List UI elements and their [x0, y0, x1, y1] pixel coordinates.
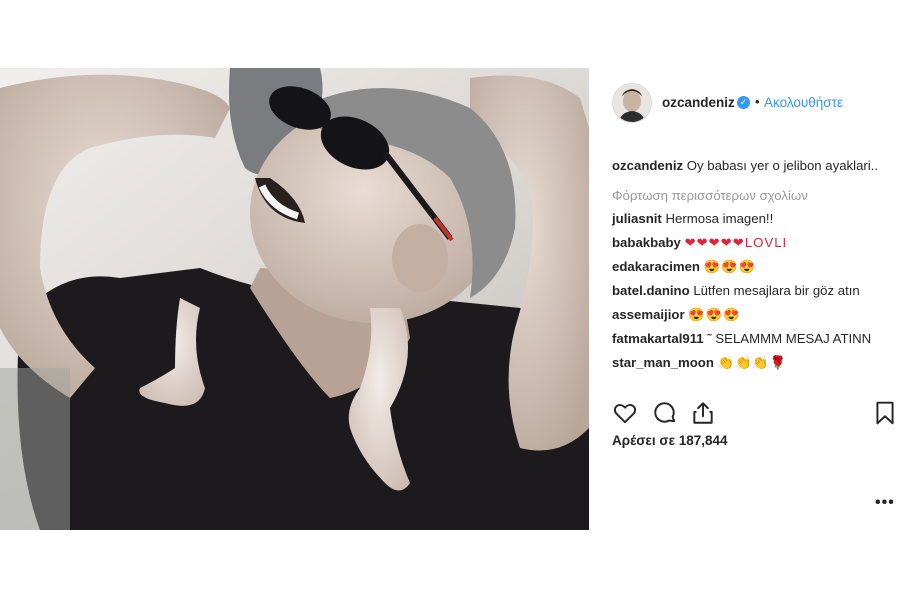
comment-username-link[interactable]: star_man_moon	[612, 355, 714, 370]
verified-badge-icon: ✓	[737, 96, 750, 109]
comment-item: fatmakartal911 ˜ SELAMMM MESAJ ATINN	[612, 329, 892, 349]
comment-username-link[interactable]: batel.danino	[612, 283, 690, 298]
caption-text: Oy babası yer o jelibon ayaklari..	[686, 158, 879, 173]
comment-text: Hermosa imagen!!	[665, 211, 774, 226]
follow-button[interactable]: Ακολουθήστε	[764, 95, 843, 110]
avatar[interactable]	[612, 83, 652, 123]
post-caption: ozcandeniz Oy babası yer o jelibon ayakl…	[612, 156, 892, 176]
post-actions	[612, 400, 900, 426]
header-separator: •	[755, 94, 760, 109]
post-sidebar: ozcandeniz ✓ • Ακολουθήστε ozcandeniz Oy…	[590, 68, 900, 530]
share-icon-glyph	[693, 402, 713, 424]
bookmark-icon[interactable]	[872, 400, 898, 426]
comment-text: Lütfen mesajlara bir göz atın	[693, 283, 860, 298]
comment-text: ˜ SELAMMM MESAJ ATINN	[707, 331, 872, 346]
comment-item: babakbaby ❤❤❤❤❤LOVLI	[612, 233, 892, 253]
bookmark-icon-glyph	[876, 401, 894, 425]
comment-username-link[interactable]: juliasnit	[612, 211, 662, 226]
comment-username-link[interactable]: assemaijior	[612, 307, 685, 322]
comment-text: 😍😍😍	[703, 259, 756, 274]
load-more-comments-button[interactable]: Φόρτωση περισσότερων σχολίων	[612, 186, 892, 206]
heart-icon[interactable]	[612, 400, 638, 426]
avatar-image	[613, 84, 651, 122]
post-photo[interactable]	[0, 68, 589, 530]
more-options-icon[interactable]: •••	[875, 494, 895, 512]
comment-username-link[interactable]: fatmakartal911	[612, 331, 704, 346]
post-header: ozcandeniz ✓ • Ακολουθήστε	[590, 68, 900, 138]
comment-text: ❤❤❤❤❤LOVLI	[684, 235, 788, 250]
likes-count[interactable]: Αρέσει σε 187,844	[612, 433, 728, 448]
comments-list: ozcandeniz Oy babası yer o jelibon ayakl…	[612, 156, 892, 377]
comment-username-link[interactable]: edakaracimen	[612, 259, 700, 274]
comment-item: assemaijior 😍😍😍	[612, 305, 892, 325]
comment-item: batel.danino Lütfen mesajlara bir göz at…	[612, 281, 892, 301]
comment-text: 😍😍😍	[688, 307, 741, 322]
header-username-link[interactable]: ozcandeniz	[662, 95, 735, 110]
comment-icon-glyph	[654, 402, 676, 423]
comment-text: 👏👏👏🌹	[717, 355, 788, 370]
comment-item: star_man_moon 👏👏👏🌹	[612, 353, 892, 373]
comment-username-link[interactable]: babakbaby	[612, 235, 681, 250]
share-icon[interactable]	[690, 400, 716, 426]
heart-icon-glyph	[613, 404, 637, 424]
comment-item: edakaracimen 😍😍😍	[612, 257, 892, 277]
comment-item: juliasnit Hermosa imagen!!	[612, 209, 892, 229]
caption-username-link[interactable]: ozcandeniz	[612, 158, 683, 173]
comment-icon[interactable]	[652, 400, 678, 426]
photo-illustration	[0, 68, 589, 530]
